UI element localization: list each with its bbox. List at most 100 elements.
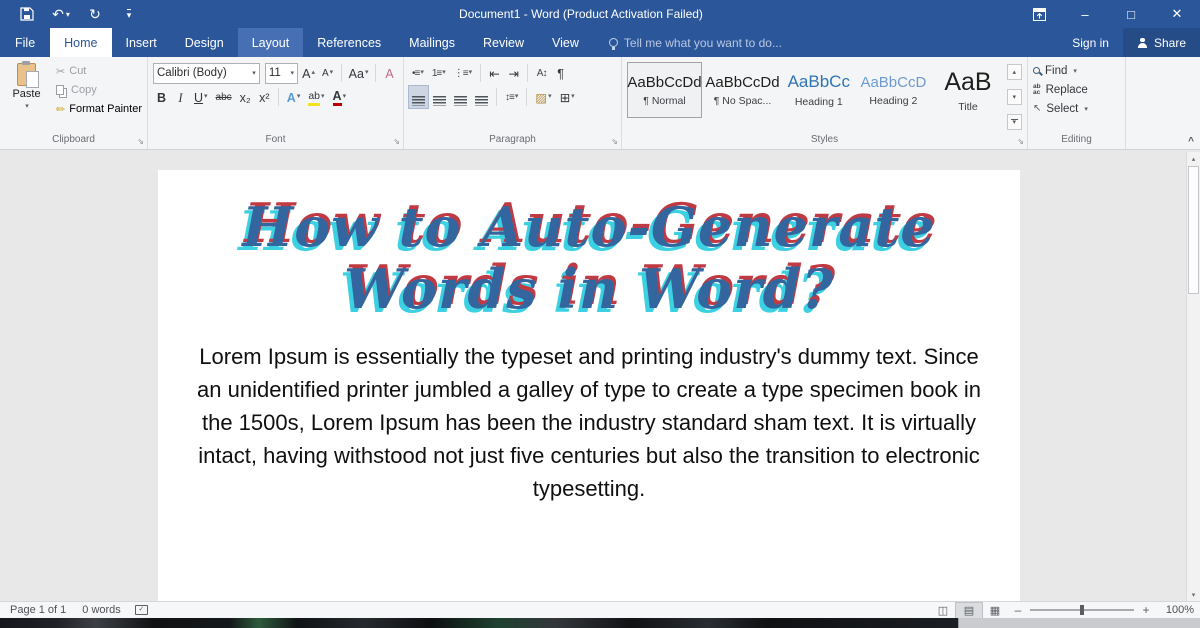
align-left-button[interactable]: [409, 86, 428, 108]
scroll-down-icon[interactable]: ▾: [1187, 588, 1200, 601]
find-button[interactable]: Find ▾: [1033, 61, 1120, 80]
replace-button[interactable]: abac Replace: [1033, 80, 1120, 99]
word-count[interactable]: 0 words: [74, 604, 129, 616]
font-color-button[interactable]: A▾: [330, 86, 350, 108]
style-title[interactable]: AaB Title: [932, 62, 1004, 118]
zoom-slider-thumb[interactable]: [1080, 605, 1084, 615]
styles-dialog-launcher[interactable]: ⇘: [1017, 138, 1024, 146]
align-center-button[interactable]: [430, 86, 449, 108]
grow-font-button[interactable]: A▴: [300, 62, 317, 84]
numbering-icon: 1≡: [432, 66, 441, 82]
tab-design[interactable]: Design: [171, 28, 238, 57]
align-right-button[interactable]: [451, 86, 470, 108]
change-case-button[interactable]: Aa▾: [347, 62, 370, 84]
sign-in-button[interactable]: Sign in: [1058, 28, 1123, 57]
italic-button[interactable]: I: [172, 86, 189, 108]
close-button[interactable]: ✕: [1154, 0, 1200, 28]
tab-layout[interactable]: Layout: [238, 28, 304, 57]
zoom-percentage[interactable]: 100%: [1156, 604, 1194, 616]
tab-insert[interactable]: Insert: [112, 28, 171, 57]
scroll-up-icon[interactable]: ▴: [1187, 152, 1200, 165]
strikethrough-button[interactable]: abc: [213, 86, 235, 108]
align-right-icon: [454, 96, 467, 106]
cut-icon: ✂: [56, 65, 65, 78]
save-button[interactable]: [10, 2, 44, 26]
bullets-icon: •≡: [412, 66, 419, 82]
ribbon-tab-row: File Home Insert Design Layout Reference…: [0, 28, 1200, 57]
collapse-ribbon-button[interactable]: ^: [1188, 136, 1194, 147]
styles-scroll-down-button[interactable]: ▾: [1007, 89, 1022, 105]
undo-dropdown-icon[interactable]: ▾: [66, 10, 70, 19]
numbering-button[interactable]: 1≡▾: [429, 62, 449, 84]
tab-home[interactable]: Home: [50, 28, 111, 57]
font-size-combobox[interactable]: 11 ▾: [265, 63, 298, 84]
show-paragraph-marks-button[interactable]: ¶: [552, 62, 569, 84]
shrink-font-button[interactable]: A▾: [319, 62, 336, 84]
font-dialog-launcher[interactable]: ⇘: [393, 138, 400, 146]
styles-scroll-up-button[interactable]: ▴: [1007, 64, 1022, 80]
vertical-scrollbar[interactable]: ▴ ▾: [1186, 152, 1200, 601]
copy-button[interactable]: Copy: [56, 82, 142, 98]
styles-more-button[interactable]: ▾: [1007, 114, 1022, 130]
minimize-button[interactable]: –: [1062, 0, 1108, 28]
shading-caret-icon: ▾: [548, 89, 552, 105]
share-button[interactable]: Share: [1123, 28, 1200, 57]
zoom-in-button[interactable]: +: [1136, 603, 1156, 617]
redo-button[interactable]: ↻: [78, 2, 112, 26]
tab-review[interactable]: Review: [469, 28, 538, 57]
clipboard-dialog-launcher[interactable]: ⇘: [137, 138, 144, 146]
line-spacing-button[interactable]: ↕≡▾: [502, 86, 521, 108]
borders-button[interactable]: ⊞▾: [557, 86, 578, 108]
style-no-spacing-preview: AaBbCcDd: [705, 74, 779, 91]
bullets-caret-icon: ▾: [420, 65, 424, 81]
bold-button[interactable]: B: [153, 86, 170, 108]
web-layout-button[interactable]: ▦: [982, 603, 1008, 618]
decrease-indent-button[interactable]: ⇤: [486, 62, 503, 84]
style-normal[interactable]: AaBbCcDd ¶ Normal: [627, 62, 702, 118]
tab-mailings[interactable]: Mailings: [395, 28, 469, 57]
font-name-combobox[interactable]: Calibri (Body) ▾: [153, 63, 260, 84]
sort-button[interactable]: A↕: [533, 62, 550, 84]
read-mode-button[interactable]: ◫: [930, 603, 956, 618]
maximize-button[interactable]: □: [1108, 0, 1154, 28]
highlight-button[interactable]: ab▾: [305, 86, 327, 108]
font-color-icon: A: [333, 90, 342, 106]
ribbon-display-options-button[interactable]: [1016, 0, 1062, 28]
style-heading1[interactable]: AaBbCc Heading 1: [783, 62, 855, 118]
format-painter-button[interactable]: ✏ Format Painter: [56, 101, 142, 117]
window-title: Document1 - Word (Product Activation Fai…: [146, 7, 1016, 21]
undo-button[interactable]: ↶ ▾: [44, 2, 78, 26]
bullets-button[interactable]: •≡▾: [409, 62, 427, 84]
multilevel-list-button[interactable]: ⋮≡▾: [451, 62, 475, 84]
justify-button[interactable]: [472, 86, 491, 108]
underline-button[interactable]: U▾: [191, 86, 211, 108]
tab-file[interactable]: File: [0, 28, 50, 57]
cut-button[interactable]: ✂ Cut: [56, 63, 142, 79]
subscript-button[interactable]: x₂: [237, 86, 254, 108]
zoom-out-button[interactable]: –: [1008, 603, 1028, 617]
paste-button[interactable]: Paste ▾: [5, 61, 48, 132]
clear-formatting-button[interactable]: A: [381, 62, 398, 84]
page-indicator[interactable]: Page 1 of 1: [2, 604, 74, 616]
font-name-value: Calibri (Body): [157, 67, 227, 79]
tell-me-text: Tell me what you want to do...: [624, 36, 782, 50]
shading-button[interactable]: ▨▾: [532, 86, 554, 108]
style-no-spacing[interactable]: AaBbCcDd ¶ No Spac...: [705, 62, 780, 118]
select-button[interactable]: ↖ Select ▾: [1033, 99, 1120, 118]
customize-qat-button[interactable]: ▾: [112, 2, 146, 26]
document-page[interactable]: How to Auto-Generate Words in Word? Lore…: [158, 170, 1020, 601]
text-effects-button[interactable]: A▾: [284, 86, 304, 108]
scrollbar-thumb[interactable]: [1188, 166, 1199, 294]
paste-dropdown-icon[interactable]: ▾: [25, 102, 29, 110]
style-heading2[interactable]: AaBbCcD Heading 2: [858, 62, 930, 118]
proofing-icon[interactable]: ✓: [135, 605, 148, 615]
zoom-slider[interactable]: [1030, 609, 1134, 611]
print-layout-button[interactable]: ▤: [956, 603, 982, 618]
increase-indent-button[interactable]: ⇥: [505, 62, 522, 84]
superscript-button[interactable]: x²: [256, 86, 273, 108]
tab-references[interactable]: References: [303, 28, 395, 57]
tell-me-box[interactable]: Tell me what you want to do...: [609, 28, 782, 57]
tab-view[interactable]: View: [538, 28, 593, 57]
paragraph-dialog-launcher[interactable]: ⇘: [611, 138, 618, 146]
find-label: Find: [1045, 65, 1067, 77]
